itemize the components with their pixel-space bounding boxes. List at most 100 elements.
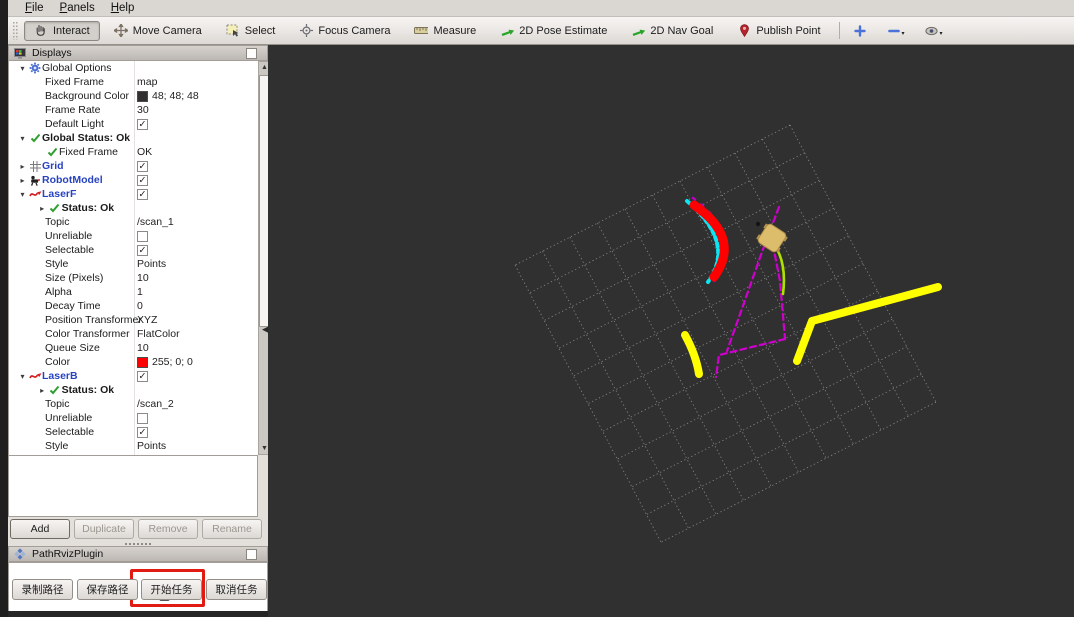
color-swatch[interactable] [137,90,148,102]
tool-2d-nav-goal[interactable]: 2D Nav Goal [621,21,723,41]
value-text[interactable]: OK [137,146,152,158]
value-text[interactable]: /scan_2 [137,398,174,410]
checkbox-unchecked[interactable] [137,412,148,424]
row-label: Global Status: Ok [42,132,131,144]
remove-display-button[interactable]: Remove [138,519,198,539]
checkbox-checked[interactable]: ✓ [137,118,148,130]
display-row[interactable]: ▾ LaserB ✓ [9,369,258,383]
plugin-button-1[interactable]: 录制路径 [12,579,73,600]
display-row[interactable]: Topic/scan_2 [9,397,258,411]
display-row[interactable]: Background Color 48; 48; 48 [9,89,258,103]
display-row[interactable]: ▾ Global Status: Ok [9,131,258,145]
row-value: /scan_2 [137,397,174,411]
collapse-arrow-icon[interactable]: ▾ [17,372,28,381]
display-row[interactable]: Fixed Frame OK [9,145,258,159]
display-row[interactable]: Size (Pixels) 10 [9,271,258,285]
value-text[interactable]: 10 [137,272,149,284]
value-text[interactable]: /scan_1 [137,216,174,228]
display-row[interactable]: Decay Time 0 [9,299,258,313]
add-display-button[interactable]: Add [10,519,70,539]
menu-file[interactable]: File [18,1,51,15]
display-row[interactable]: Selectable ✓ [9,243,258,257]
expand-arrow-icon[interactable]: ▸ [17,176,28,185]
displays-panel-header[interactable]: Displays [8,45,268,61]
display-row[interactable]: Unreliable [9,411,258,425]
row-label: Unreliable [45,230,93,242]
display-row[interactable]: Color Transformer FlatColor [9,327,258,341]
display-row[interactable]: ▾ Global Options [9,61,258,75]
value-text[interactable]: FlatColor [137,328,180,340]
value-text[interactable]: 0 [137,300,143,312]
plugin-button-2[interactable]: 保存路径 [77,579,138,600]
display-row[interactable]: Selectable ✓ [9,425,258,439]
value-text[interactable]: map [137,76,157,88]
value-text[interactable]: XYZ [137,314,157,326]
display-row[interactable]: Fixed Frame map [9,75,258,89]
row-value: ✓ [137,187,148,201]
gear-icon [28,62,42,74]
display-row[interactable]: Queue Size 10 [9,341,258,355]
checkbox-checked[interactable]: ✓ [137,188,148,200]
check-icon [48,384,62,396]
value-text[interactable]: Points [137,440,166,452]
display-row[interactable]: ▸ Status: Ok [9,201,258,215]
tool-interact[interactable]: Interact [24,20,100,41]
display-row[interactable]: Color 255; 0; 0 [9,355,258,369]
grid-icon [28,160,42,172]
collapse-arrow-icon[interactable]: ▾ [17,64,28,73]
tool-measure[interactable]: Measure [404,21,486,41]
display-row[interactable]: Style Points [9,439,258,453]
plugin-panel-header[interactable]: PathRvizPlugin [8,546,268,562]
plugin-button-3[interactable]: 开始任务 [141,579,202,600]
plugin-button-4[interactable]: 取消任务 [206,579,267,600]
display-row[interactable]: Default Light ✓ [9,117,258,131]
color-swatch[interactable] [137,356,148,368]
menu-panels[interactable]: Panels [53,1,102,15]
checkbox-checked[interactable]: ✓ [137,426,148,438]
display-row[interactable]: ▾ LaserF ✓ [9,187,258,201]
display-row[interactable]: ▸ RobotModel ✓ [9,173,258,187]
expand-arrow-icon[interactable]: ▸ [37,386,48,395]
checkbox-checked[interactable]: ✓ [137,160,148,172]
tool-focus-camera[interactable]: Focus Camera [289,21,400,41]
value-text[interactable]: 1 [137,286,143,298]
value-text[interactable]: 10 [137,342,149,354]
value-text[interactable]: 30 [137,104,149,116]
tool-label: Select [244,24,276,37]
tool-move-camera[interactable]: Move Camera [104,21,212,41]
checkbox-unchecked[interactable] [137,230,148,242]
duplicate-display-button[interactable]: Duplicate [74,519,134,539]
display-row[interactable]: Topic/scan_1 [9,215,258,229]
render-viewport[interactable] [268,45,1074,617]
remove-tool-button[interactable]: ▾ [880,23,912,39]
display-row[interactable]: ▸ Status: Ok [9,383,258,397]
display-row[interactable]: Frame Rate 30 [9,103,258,117]
menu-help[interactable]: Help [104,1,142,15]
checkbox-checked[interactable]: ✓ [137,244,148,256]
display-row[interactable]: ▸ Grid ✓ [9,159,258,173]
collapse-arrow-icon[interactable]: ▾ [17,190,28,199]
displays-float-button[interactable] [246,48,257,59]
tool-properties-button[interactable]: ▾ [918,23,950,39]
toolbar-grip[interactable] [13,21,18,40]
checkbox-checked[interactable]: ✓ [137,174,148,186]
rename-display-button[interactable]: Rename [202,519,262,539]
tool-2d-pose-estimate[interactable]: 2D Pose Estimate [490,21,617,41]
expand-arrow-icon[interactable]: ▸ [17,162,28,171]
robot-model [756,223,788,253]
tool-select[interactable]: Select [216,21,286,41]
add-tool-button[interactable] [846,23,874,39]
plugin-icon [13,548,27,560]
expand-arrow-icon[interactable]: ▸ [37,204,48,213]
checkbox-checked[interactable]: ✓ [137,370,148,382]
plugin-panel-body: 录制路径 保存路径 开始任务 取消任务 [8,562,268,612]
tool-publish-point[interactable]: Publish Point [727,21,830,41]
plugin-float-button[interactable] [246,549,257,560]
check-icon [48,202,62,214]
value-text[interactable]: Points [137,258,166,270]
display-row[interactable]: Alpha 1 [9,285,258,299]
display-row[interactable]: Position Transformer XYZ [9,313,258,327]
collapse-arrow-icon[interactable]: ▾ [17,134,28,143]
display-row[interactable]: Style Points [9,257,258,271]
display-row[interactable]: Unreliable [9,229,258,243]
